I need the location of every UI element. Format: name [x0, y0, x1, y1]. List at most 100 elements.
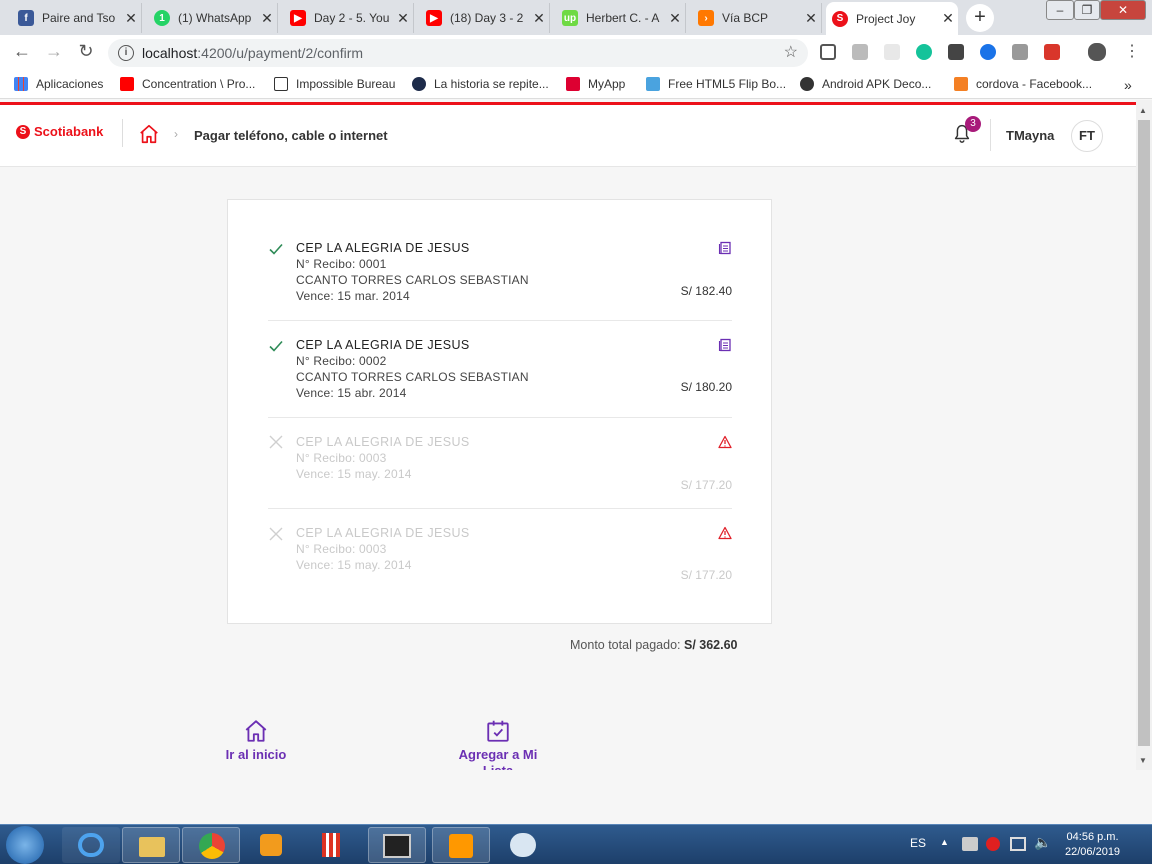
menu-kebab-icon[interactable]: ⋮ — [1120, 41, 1144, 61]
browser-tab[interactable]: f Paire and Tso ✕ — [12, 3, 142, 33]
add-to-list-label: Agregar a Mi Lista — [458, 747, 538, 770]
extension-icon[interactable] — [1012, 44, 1028, 60]
grammarly-icon[interactable] — [916, 44, 932, 60]
due-date: Vence: 15 abr. 2014 — [296, 386, 407, 400]
amount: S/ 177.20 — [680, 478, 732, 492]
close-tab-icon[interactable]: ✕ — [665, 10, 685, 27]
check-icon — [269, 243, 283, 255]
close-icon — [269, 527, 283, 541]
facebook-icon: f — [18, 10, 34, 26]
scrollbar-thumb[interactable] — [1138, 120, 1150, 746]
bookmark-label: Aplicaciones — [36, 77, 104, 91]
due-date: Vence: 15 may. 2014 — [296, 467, 412, 481]
holder-name: CCANTO TORRES CARLOS SEBASTIAN — [296, 273, 529, 287]
bookmark-item[interactable]: Impossible Bureau — [274, 77, 395, 91]
bookmark-item[interactable]: Android APK Deco... — [800, 77, 931, 91]
start-button[interactable] — [6, 826, 44, 864]
due-date: Vence: 15 mar. 2014 — [296, 289, 410, 303]
company-name: CEP LA ALEGRIA DE JESUS — [296, 338, 470, 352]
user-name[interactable]: TMayna — [1006, 128, 1054, 143]
screenshot-extension-icon[interactable] — [820, 44, 836, 60]
media-player-icon[interactable] — [242, 827, 300, 863]
popcorn-icon[interactable] — [302, 827, 360, 863]
check-icon — [269, 340, 283, 352]
go-home-button[interactable]: Ir al inicio — [216, 718, 296, 762]
maximize-button[interactable]: ❐ — [1074, 0, 1100, 20]
scotiabank-icon: S — [832, 10, 848, 27]
paint-icon[interactable] — [494, 827, 552, 863]
close-tab-icon[interactable]: ✕ — [938, 10, 958, 27]
extension-icon[interactable] — [884, 44, 900, 60]
terminal-icon[interactable] — [368, 827, 426, 863]
more-bookmarks-button[interactable]: » — [1124, 77, 1132, 93]
info-icon[interactable]: i — [118, 45, 134, 61]
avatar[interactable]: FT — [1071, 120, 1103, 152]
receipt-icon[interactable] — [718, 338, 732, 352]
new-tab-button[interactable]: + — [966, 4, 994, 32]
close-tab-icon[interactable]: ✕ — [801, 10, 821, 27]
close-tab-icon[interactable]: ✕ — [121, 10, 141, 27]
extension-icon[interactable] — [948, 44, 964, 60]
windows-taskbar: ES ▲ 🔈 04:56 p.m. 22/06/2019 — [0, 824, 1152, 864]
bookmark-item[interactable]: Concentration \ Pro... — [120, 77, 255, 91]
breadcrumb: Pagar teléfono, cable o internet — [194, 128, 388, 143]
company-name: CEP LA ALEGRIA DE JESUS — [296, 526, 470, 540]
browser-tab[interactable]: › Vía BCP ✕ — [692, 3, 822, 33]
whatsapp-icon: 1 — [154, 10, 170, 26]
forward-arrow-icon[interactable]: → — [42, 41, 66, 62]
header-divider — [122, 119, 123, 147]
browser-tab[interactable]: ▶ (18) Day 3 - 2 ✕ — [420, 3, 550, 33]
youtube-icon: ▶ — [426, 10, 442, 26]
browser-tab[interactable]: up Herbert C. - A ✕ — [556, 3, 686, 33]
volume-icon[interactable]: 🔈 — [1034, 834, 1051, 851]
scroll-up-icon[interactable]: ▲ — [1139, 106, 1147, 115]
receipt-number: N° Recibo: 0001 — [296, 257, 387, 271]
url-host: localhost — [142, 45, 198, 61]
bookmark-star-icon[interactable]: ☆ — [784, 39, 798, 67]
flip-icon — [646, 77, 660, 91]
address-bar[interactable]: i localhost:4200/u/payment/2/confirm ☆ — [108, 39, 808, 67]
browser-tab[interactable]: 1 (1) WhatsApp ✕ — [148, 3, 278, 33]
bookmark-label: cordova - Facebook... — [976, 77, 1093, 91]
github-icon — [800, 77, 814, 91]
network-icon[interactable] — [1010, 837, 1026, 851]
profile-avatar-icon[interactable] — [1088, 43, 1106, 61]
bookmark-item[interactable]: Aplicaciones — [14, 77, 103, 91]
minimize-button[interactable]: – — [1046, 0, 1074, 20]
close-window-button[interactable]: ✕ — [1100, 0, 1146, 20]
close-tab-icon[interactable]: ✕ — [529, 10, 549, 27]
pdf-extension-icon[interactable] — [1044, 44, 1060, 60]
bookmarks-bar: Aplicaciones Concentration \ Pro... Impo… — [0, 70, 1152, 99]
add-to-list-button[interactable]: Agregar a Mi Lista — [450, 718, 546, 770]
internet-explorer-icon[interactable] — [62, 827, 120, 863]
bookmark-item[interactable]: cordova - Facebook... — [954, 77, 1092, 91]
youtube-icon — [120, 77, 134, 91]
reload-icon[interactable]: ↻ — [74, 41, 98, 62]
bookmark-label: Android APK Deco... — [822, 77, 932, 91]
close-tab-icon[interactable]: ✕ — [393, 10, 413, 27]
system-clock[interactable]: 04:56 p.m. 22/06/2019 — [1065, 830, 1120, 860]
home-icon[interactable] — [138, 123, 160, 145]
chrome-icon[interactable] — [182, 827, 240, 863]
sublime-text-icon[interactable] — [432, 827, 490, 863]
browser-tab[interactable]: ▶ Day 2 - 5. You ✕ — [284, 3, 414, 33]
language-indicator[interactable]: ES — [910, 836, 926, 850]
bookmark-item[interactable]: La historia se repite... — [412, 77, 549, 91]
close-tab-icon[interactable]: ✕ — [257, 10, 277, 27]
browser-tab-active[interactable]: S Project Joy ✕ — [826, 2, 958, 35]
bookmark-item[interactable]: MyApp — [566, 77, 625, 91]
extension-icon[interactable] — [852, 44, 868, 60]
action-center-icon[interactable] — [962, 837, 978, 851]
extension-icon[interactable] — [980, 44, 996, 60]
receipt-number: N° Recibo: 0003 — [296, 542, 387, 556]
scotiabank-logo[interactable]: S Scotiabank — [16, 124, 103, 139]
bookmark-item[interactable]: Free HTML5 Flip Bo... — [646, 77, 786, 91]
antivirus-icon[interactable] — [986, 837, 1000, 851]
tab-title: Day 2 - 5. You — [314, 11, 390, 25]
back-arrow-icon[interactable]: ← — [10, 41, 34, 62]
file-explorer-icon[interactable] — [122, 827, 180, 863]
show-hidden-icons-icon[interactable]: ▲ — [940, 837, 949, 847]
scroll-down-icon[interactable]: ▼ — [1139, 756, 1147, 765]
e-icon — [412, 77, 426, 91]
receipt-icon[interactable] — [718, 241, 732, 255]
